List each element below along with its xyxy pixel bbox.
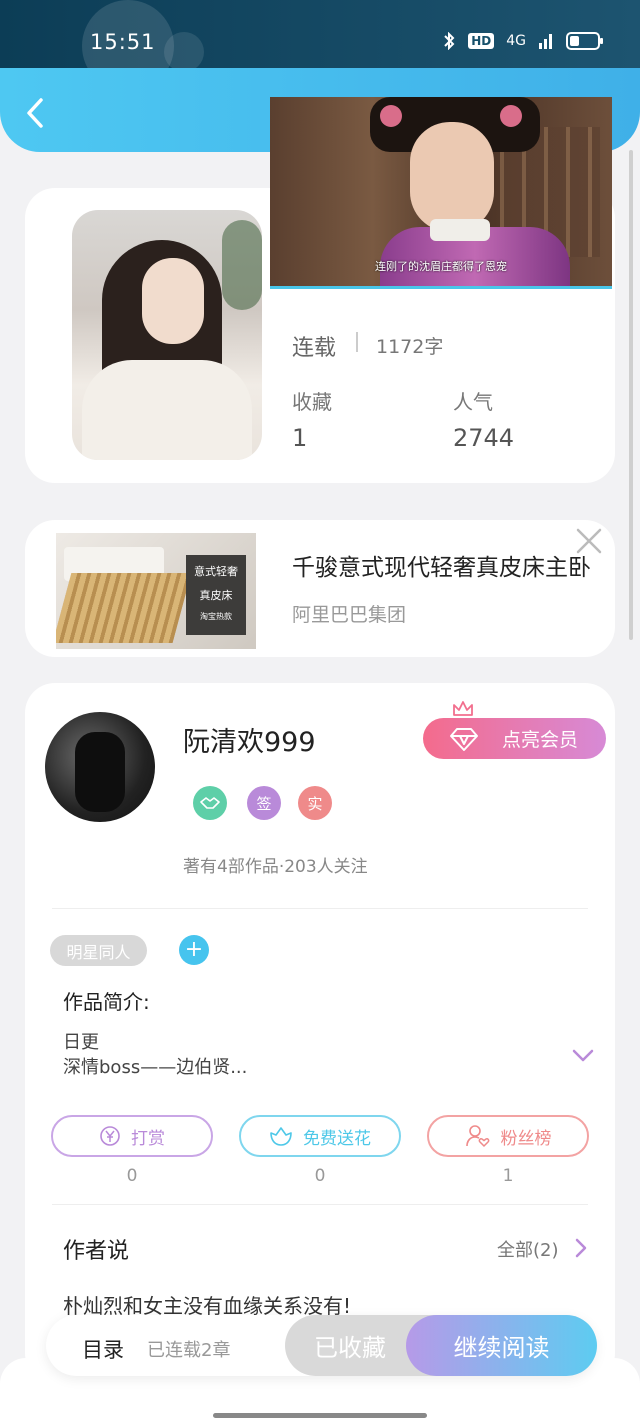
popularity-label: 人气: [453, 390, 493, 414]
user-heart-icon: [465, 1125, 489, 1148]
intro-text[interactable]: 日更 深情boss——边伯贤...: [63, 1030, 247, 1080]
add-tag-button[interactable]: +: [179, 935, 209, 965]
tip-count: 0: [126, 1166, 138, 1186]
intro-line: 日更: [63, 1032, 99, 1053]
battery-icon: [566, 32, 603, 50]
divider: [52, 1204, 588, 1205]
view-all-link[interactable]: 全部(2): [497, 1236, 559, 1262]
author-says-title: 作者说: [63, 1239, 130, 1264]
ad-image[interactable]: 意式轻奢 真皮床 淘宝热款: [56, 533, 256, 649]
hd-icon: HD: [468, 33, 495, 49]
intro-label: 作品简介:: [63, 990, 150, 1014]
tip-label: 打赏: [131, 1128, 165, 1149]
floating-bubble-small: [164, 32, 204, 72]
ad-image-text: 意式轻奢: [194, 565, 238, 578]
popularity-value: 2744: [453, 424, 515, 452]
genre-tag[interactable]: 明星同人: [50, 935, 147, 966]
continue-reading-label: 继续阅读: [453, 1334, 550, 1362]
signed-badge[interactable]: 签: [247, 786, 281, 820]
send-flower-label: 免费送花: [303, 1128, 371, 1149]
close-icon[interactable]: [574, 526, 604, 556]
toc-button[interactable]: 目录: [82, 1334, 124, 1364]
vip-button-label: 点亮会员: [501, 729, 578, 751]
ad-image-text: 淘宝热款: [200, 612, 232, 621]
network-label: 4G: [506, 33, 526, 49]
status-time: 15:51: [90, 30, 156, 54]
home-indicator[interactable]: [213, 1413, 427, 1418]
fan-ranking-button[interactable]: 粉丝榜: [427, 1115, 589, 1157]
continue-reading-button[interactable]: 继续阅读: [406, 1315, 597, 1376]
crown-icon: [453, 701, 473, 716]
fan-count: 1: [502, 1166, 514, 1186]
handshake-badge-icon[interactable]: [193, 786, 227, 820]
back-button[interactable]: [18, 96, 52, 130]
author-name[interactable]: 阮清欢999: [183, 720, 316, 759]
tip-button[interactable]: 打赏: [51, 1115, 213, 1157]
video-subtitle: 连刚了的沈眉庄都得了恩宠: [375, 260, 507, 273]
fan-ranking-label: 粉丝榜: [500, 1128, 552, 1149]
flower-icon: [270, 1127, 292, 1146]
author-meta: 著有4部作品·203人关注: [183, 857, 368, 877]
bluetooth-icon: [444, 32, 455, 50]
handshake-icon: [200, 797, 220, 809]
vip-button[interactable]: 点亮会员: [423, 718, 606, 759]
intro-line: 深情boss——边伯贤...: [63, 1057, 248, 1078]
yen-icon: [100, 1126, 120, 1146]
system-icons: HD 4G: [442, 32, 603, 50]
status-bar: 15:51 HD 4G: [0, 0, 640, 92]
ad-title[interactable]: 千骏意式现代轻奢真皮床主卧: [292, 548, 615, 582]
favorites-label: 收藏: [292, 390, 332, 414]
ad-company: 阿里巴巴集团: [292, 604, 407, 626]
collected-label: 已收藏: [314, 1334, 386, 1362]
ad-image-text: 真皮床: [199, 589, 233, 602]
flower-count: 0: [314, 1166, 326, 1186]
verified-badge[interactable]: 实: [298, 786, 332, 820]
signal-icon: [539, 34, 552, 49]
chapter-count: 已连载2章: [147, 1340, 231, 1361]
send-flower-button[interactable]: 免费送花: [239, 1115, 401, 1157]
diamond-icon: [450, 728, 478, 751]
chevron-down-icon[interactable]: [571, 1046, 595, 1064]
divider: [52, 908, 588, 909]
floating-video-player[interactable]: 连刚了的沈眉庄都得了恩宠: [270, 97, 612, 289]
chevron-left-icon: [27, 98, 43, 128]
book-cover-image[interactable]: [72, 210, 262, 460]
scrollbar[interactable]: [629, 150, 633, 640]
chevron-right-icon[interactable]: [574, 1238, 588, 1258]
avatar[interactable]: [45, 712, 155, 822]
favorites-value: 1: [292, 424, 308, 452]
word-count: 1172字: [376, 336, 444, 358]
divider: [356, 332, 358, 352]
book-status: 连载: [292, 336, 337, 361]
